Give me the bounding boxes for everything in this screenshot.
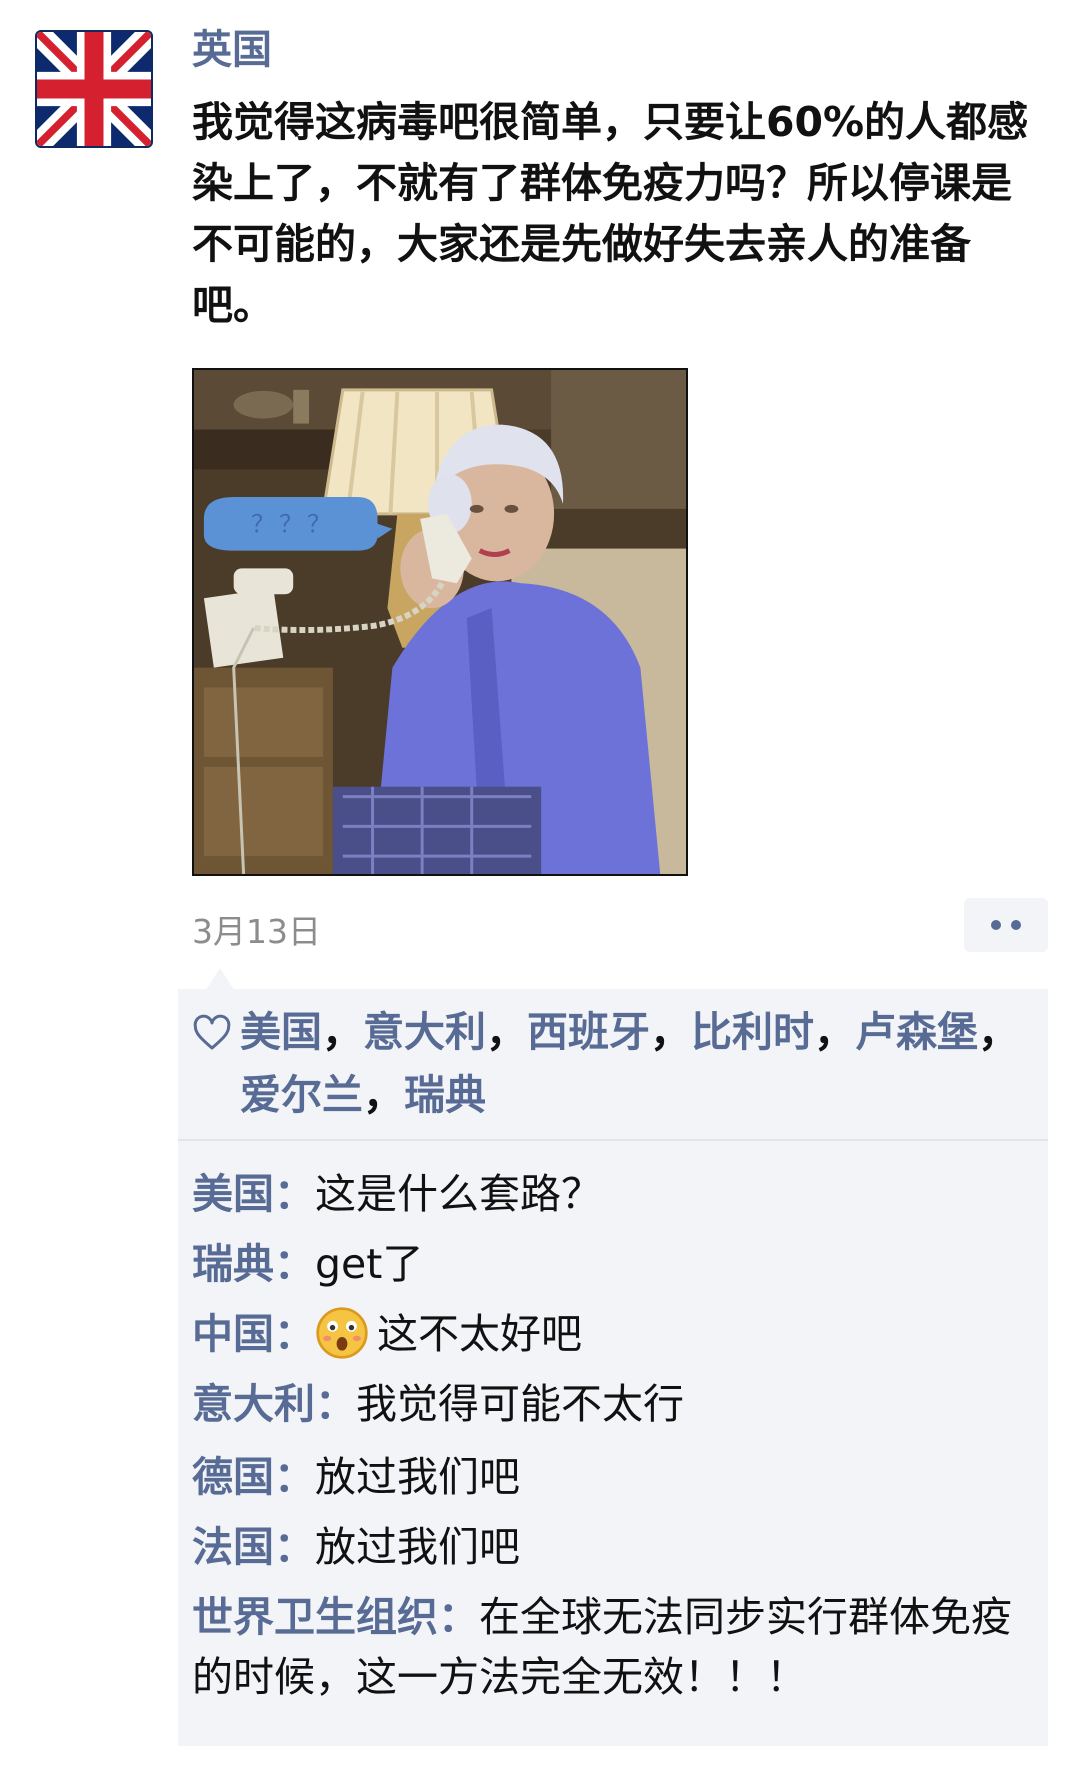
- comment-item[interactable]: 世界卫生组织：在全球无法同步实行群体免疫的时候，这一方法完全无效！！！: [192, 1587, 1032, 1707]
- like-name[interactable]: 意大利: [363, 1008, 486, 1056]
- more-dots-icon: [1011, 920, 1021, 930]
- comment-author[interactable]: 德国：: [192, 1453, 315, 1501]
- post-image[interactable]: ？？？: [192, 368, 688, 876]
- comment-text: get了: [315, 1240, 424, 1288]
- speech-bubble-text: ？？？: [251, 510, 335, 538]
- heart-icon: [192, 1013, 232, 1053]
- like-name[interactable]: 瑞典: [404, 1071, 486, 1119]
- comment-text: 这是什么套路？: [315, 1170, 602, 1218]
- like-name[interactable]: 卢森堡: [855, 1008, 978, 1056]
- comment-author[interactable]: 法国：: [192, 1523, 315, 1571]
- comment-author[interactable]: 美国：: [192, 1170, 315, 1218]
- like-name[interactable]: 比利时: [691, 1008, 814, 1056]
- comment-item[interactable]: 法国：放过我们吧: [192, 1517, 1032, 1577]
- comment-item[interactable]: 美国：这是什么套路？: [192, 1164, 1032, 1224]
- likes-list: 美国，意大利，西班牙，比利时，卢森堡，爱尔兰，瑞典: [240, 1008, 1019, 1119]
- comment-panel: 美国，意大利，西班牙，比利时，卢森堡，爱尔兰，瑞典 美国：这是什么套路？ 瑞典：…: [178, 989, 1048, 1746]
- more-dots-icon: [991, 920, 1001, 930]
- likes-section: 美国，意大利，西班牙，比利时，卢森堡，爱尔兰，瑞典: [178, 989, 1048, 1141]
- surprised-face-icon: [315, 1306, 369, 1360]
- comment-item[interactable]: 意大利：我觉得可能不太行: [192, 1374, 1032, 1434]
- comment-text: 这不太好吧: [377, 1310, 582, 1358]
- comment-author[interactable]: 世界卫生组织：: [192, 1593, 479, 1641]
- comment-author[interactable]: 瑞典：: [192, 1240, 315, 1288]
- comment-item[interactable]: 瑞典：get了: [192, 1234, 1032, 1294]
- post-author[interactable]: 英国: [192, 22, 272, 78]
- more-options-button[interactable]: [964, 898, 1048, 952]
- like-name[interactable]: 爱尔兰: [240, 1071, 363, 1119]
- like-name[interactable]: 美国: [240, 1008, 322, 1056]
- queen-phone-illustration: [194, 370, 686, 874]
- post-timestamp: 3月13日: [192, 912, 321, 951]
- comment-panel-arrow: [206, 968, 234, 990]
- comment-author[interactable]: 中国：: [192, 1310, 315, 1358]
- uk-flag-icon: [37, 32, 151, 146]
- comment-text: 放过我们吧: [315, 1523, 520, 1571]
- comment-text: 我觉得可能不太行: [356, 1380, 684, 1428]
- like-name[interactable]: 西班牙: [527, 1008, 650, 1056]
- comment-text: 放过我们吧: [315, 1453, 520, 1501]
- comment-item[interactable]: 中国： 这不太好吧: [192, 1304, 1032, 1364]
- comment-item[interactable]: 德国：放过我们吧: [192, 1447, 1032, 1507]
- avatar[interactable]: [35, 30, 153, 148]
- comment-author[interactable]: 意大利：: [192, 1380, 356, 1428]
- post-text: 我觉得这病毒吧很简单，只要让60%的人都感染上了，不就有了群体免疫力吗？所以停课…: [192, 98, 1029, 329]
